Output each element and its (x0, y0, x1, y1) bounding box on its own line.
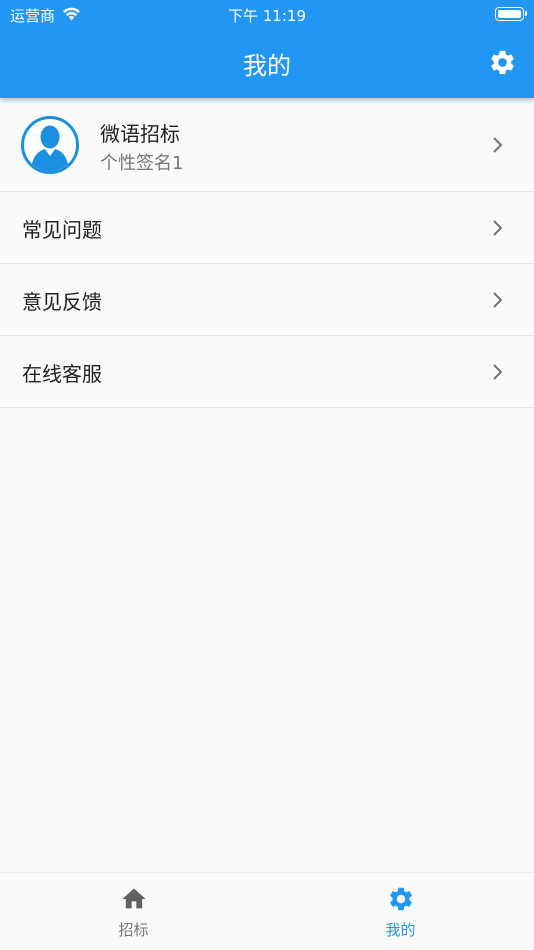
nav-item-mine[interactable]: 我的 (267, 873, 534, 950)
gear-icon[interactable] (488, 48, 517, 77)
app-bar: 运营商 下午 11:19 我的 (0, 0, 534, 98)
menu-item-label: 在线客服 (22, 362, 102, 386)
profile-row[interactable]: 微语招标 个性签名1 (0, 98, 534, 192)
gear-icon (389, 887, 412, 911)
status-time: 下午 11:19 (228, 7, 306, 25)
nav-item-label: 招标 (118, 921, 149, 939)
chevron-right-icon (493, 220, 503, 236)
menu-item-online-service[interactable]: 在线客服 (0, 336, 534, 408)
page-title: 我的 (243, 52, 291, 80)
chevron-right-icon (493, 292, 503, 308)
battery-icon (495, 7, 527, 21)
menu-item-label: 常见问题 (22, 218, 102, 242)
profile-signature: 个性签名1 (100, 153, 184, 174)
home-icon (121, 888, 146, 909)
person-avatar-icon (21, 116, 79, 174)
settings-list: 微语招标 个性签名1 常见问题 意见反馈 在线客服 (0, 98, 534, 408)
nav-item-bidding[interactable]: 招标 (0, 873, 267, 950)
chevron-right-icon (493, 364, 503, 380)
profile-name: 微语招标 (100, 122, 180, 146)
chevron-right-icon (493, 137, 503, 153)
nav-item-label: 我的 (385, 921, 416, 939)
status-bar: 运营商 下午 11:19 (0, 0, 534, 28)
bottom-nav: 招标 我的 (0, 872, 534, 950)
menu-item-feedback[interactable]: 意见反馈 (0, 264, 534, 336)
menu-item-faq[interactable]: 常见问题 (0, 192, 534, 264)
menu-item-label: 意见反馈 (22, 290, 102, 314)
